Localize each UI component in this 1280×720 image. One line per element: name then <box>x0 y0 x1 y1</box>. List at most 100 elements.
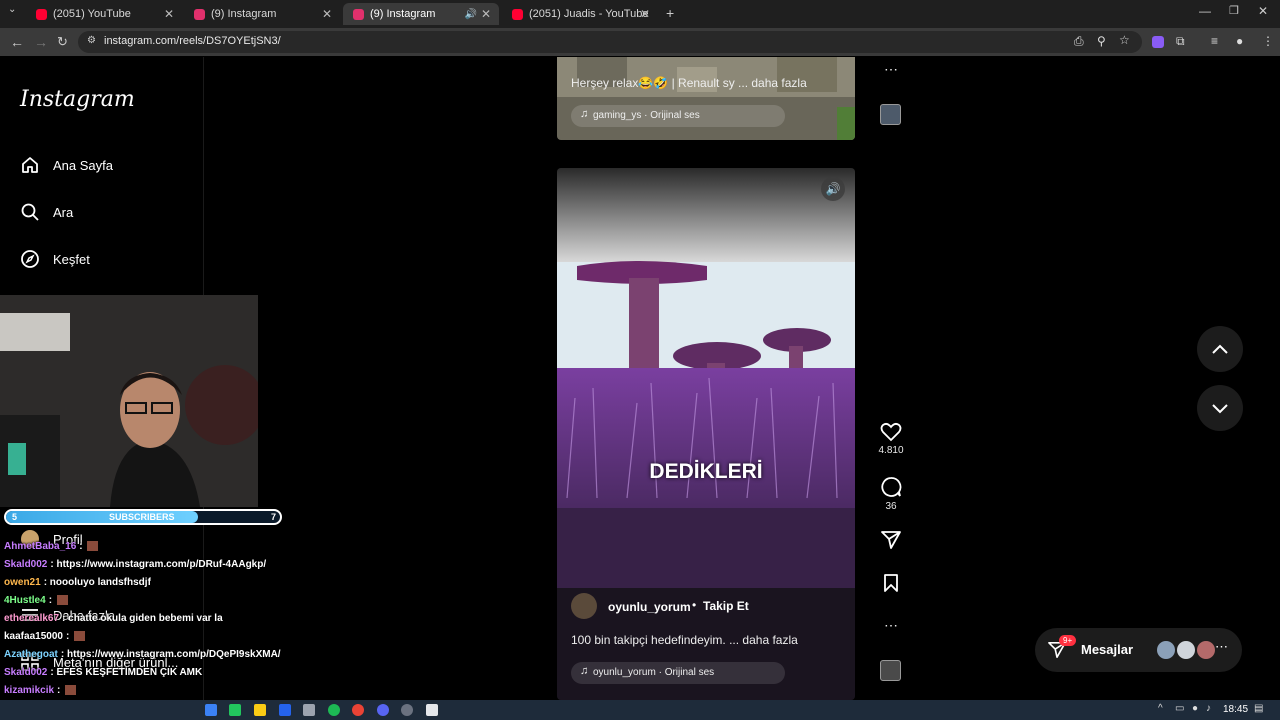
clock[interactable]: 18:45 <box>1223 704 1248 715</box>
address-bar[interactable]: ⚙ instagram.com/reels/DS7OYEtjSN3/ ⎙ ⚲ ☆ <box>78 31 1142 53</box>
more-options-icon[interactable]: ⋯ <box>878 61 904 78</box>
bookmark-icon <box>884 574 898 592</box>
chat-message: etherealk67: chatte okula giden bebemi v… <box>4 613 223 624</box>
audio-thumbnail[interactable] <box>880 660 901 681</box>
close-window-button[interactable]: ✕ <box>1258 4 1268 18</box>
chevron-down-icon <box>1212 404 1228 414</box>
tab-title: (2051) Juadis - YouTube <box>529 8 649 20</box>
app-icon[interactable] <box>229 704 241 716</box>
avatar[interactable] <box>571 593 597 619</box>
chat-message: AhmetBaba_16: <box>4 541 99 552</box>
compass-icon <box>20 249 40 269</box>
notification-badge: 9+ <box>1059 635 1077 646</box>
username-link[interactable]: oyunlu_yorum <box>608 600 691 614</box>
chat-username: kizamikcik <box>4 685 55 696</box>
tab-instagram-active[interactable]: (9) Instagram 🔊 ✕ <box>343 3 499 25</box>
discord-icon[interactable] <box>377 704 389 716</box>
minimize-button[interactable]: — <box>1199 4 1211 18</box>
tray-chevron-icon[interactable]: ^ <box>1158 703 1163 714</box>
notification-icon[interactable]: ▤ <box>1254 703 1263 714</box>
profile-icon[interactable]: ● <box>1236 34 1243 48</box>
chat-username: etherealk67 <box>4 613 60 624</box>
reel-overlay-text: DEDİKLERİ <box>649 460 763 483</box>
close-icon[interactable]: ✕ <box>322 7 332 21</box>
tab-youtube-juadis[interactable]: (2051) Juadis - YouTube ✕ <box>502 3 658 25</box>
comment-action[interactable]: 36 <box>878 476 904 512</box>
reload-button[interactable]: ↻ <box>57 34 68 50</box>
back-button[interactable]: ← <box>10 34 24 50</box>
mic-icon[interactable]: ● <box>1192 703 1198 714</box>
audio-thumbnail[interactable] <box>880 104 901 125</box>
url-text: instagram.com/reels/DS7OYEtjSN3/ <box>104 35 281 47</box>
star-icon[interactable]: ☆ <box>1119 33 1130 47</box>
chat-text: noooluyo landsfhsdjf <box>49 577 151 588</box>
puzzle-icon[interactable]: ⧉ <box>1176 34 1185 49</box>
media-icon[interactable]: ≡ <box>1211 34 1218 48</box>
chat-text: https://www.instagram.com/p/DQePI9skXMA/ <box>67 649 281 660</box>
spotify-icon[interactable] <box>328 704 340 716</box>
reel-previous[interactable]: Herşey relax😂🤣 | Renault sy ... daha faz… <box>557 57 855 140</box>
instagram-logo[interactable]: Instagram <box>20 87 135 112</box>
search-icon <box>20 202 40 222</box>
audio-label: gaming_ys · Orijinal ses <box>593 110 700 121</box>
extension-icon[interactable] <box>1152 36 1164 48</box>
audio-pill[interactable]: ♫ oyunlu_yorum · Orijinal ses <box>571 662 785 684</box>
browser-tab-bar: ⌄ (2051) YouTube ✕ (9) Instagram ✕ (9) I… <box>0 0 1280 28</box>
close-icon[interactable]: ✕ <box>481 7 491 21</box>
messages-button[interactable]: 9+ Mesajlar ⋯ <box>1035 628 1242 672</box>
reel-caption[interactable]: Herşey relax😂🤣 | Renault sy ... daha faz… <box>571 76 807 90</box>
site-info-icon[interactable]: ⚙ <box>87 35 96 46</box>
tab-title: (9) Instagram <box>370 8 436 20</box>
avatar <box>1197 641 1215 659</box>
save-action[interactable] <box>878 573 904 596</box>
speaker-icon[interactable]: 🔊 <box>821 177 845 201</box>
app-icon[interactable] <box>426 704 438 716</box>
network-icon[interactable]: ▭ <box>1175 703 1184 714</box>
close-icon[interactable]: ✕ <box>640 7 650 21</box>
sidebar-item-explore[interactable]: Keşfet <box>20 249 90 269</box>
forward-button[interactable]: → <box>34 34 48 50</box>
edge-icon[interactable] <box>205 704 217 716</box>
close-icon[interactable]: ✕ <box>164 7 174 21</box>
restore-button[interactable]: ❐ <box>1229 4 1239 17</box>
chat-username: kaafaa15000 <box>4 631 63 642</box>
file-explorer-icon[interactable] <box>254 704 266 716</box>
chat-message: Skald002: EFES KEŞFETİMDEN ÇIK AMK <box>4 667 202 678</box>
speaker-icon[interactable]: 🔊 <box>465 9 477 20</box>
instagram-icon <box>194 8 205 20</box>
reel-caption[interactable]: 100 bin takipçi hedefindeyim. ... daha f… <box>571 633 798 647</box>
share-action[interactable] <box>878 530 904 553</box>
browser-toolbar: ← → ↻ ⚙ instagram.com/reels/DS7OYEtjSN3/… <box>0 28 1280 56</box>
dot-separator: • <box>692 598 697 612</box>
webcam-overlay <box>0 295 258 507</box>
audio-label: oyunlu_yorum · Orijinal ses <box>593 667 715 678</box>
chrome-icon[interactable] <box>352 704 364 716</box>
sidebar-item-search[interactable]: Ara <box>20 202 73 222</box>
heart-icon <box>880 422 902 442</box>
audio-pill[interactable]: ♫ gaming_ys · Orijinal ses <box>571 105 785 127</box>
obs-icon[interactable] <box>401 704 413 716</box>
reel-current[interactable]: 🔊 DEDİKLERİ oyunlu_yorum • Takip Et 100 … <box>557 168 855 700</box>
zoom-icon[interactable]: ⚲ <box>1097 34 1106 48</box>
menu-icon[interactable]: ⋮ <box>1262 34 1274 48</box>
webcam-image <box>0 295 258 507</box>
install-icon[interactable]: ⎙ <box>1074 34 1084 49</box>
tab-youtube[interactable]: (2051) YouTube ✕ <box>26 3 182 25</box>
follow-button[interactable]: Takip Et <box>703 599 749 613</box>
new-tab-button[interactable]: + <box>666 5 674 21</box>
chat-message: Skald002: https://www.instagram.com/p/DR… <box>4 559 266 570</box>
folder-icon[interactable] <box>303 704 315 716</box>
like-action[interactable]: 4.810 <box>878 422 904 456</box>
outlook-icon[interactable] <box>279 704 291 716</box>
more-options-icon[interactable]: ⋯ <box>878 617 904 634</box>
goal-current: 5 <box>12 512 18 522</box>
send-icon <box>881 531 901 549</box>
tab-search-icon[interactable]: ⌄ <box>8 4 16 15</box>
like-count: 4.810 <box>878 445 904 456</box>
tab-instagram[interactable]: (9) Instagram ✕ <box>184 3 340 25</box>
volume-icon[interactable]: ♪ <box>1206 703 1211 714</box>
scroll-up-button[interactable] <box>1197 326 1243 372</box>
chat-text: EFES KEŞFETİMDEN ÇIK AMK <box>56 667 203 678</box>
sidebar-item-home[interactable]: Ana Sayfa <box>20 155 113 175</box>
scroll-down-button[interactable] <box>1197 385 1243 431</box>
